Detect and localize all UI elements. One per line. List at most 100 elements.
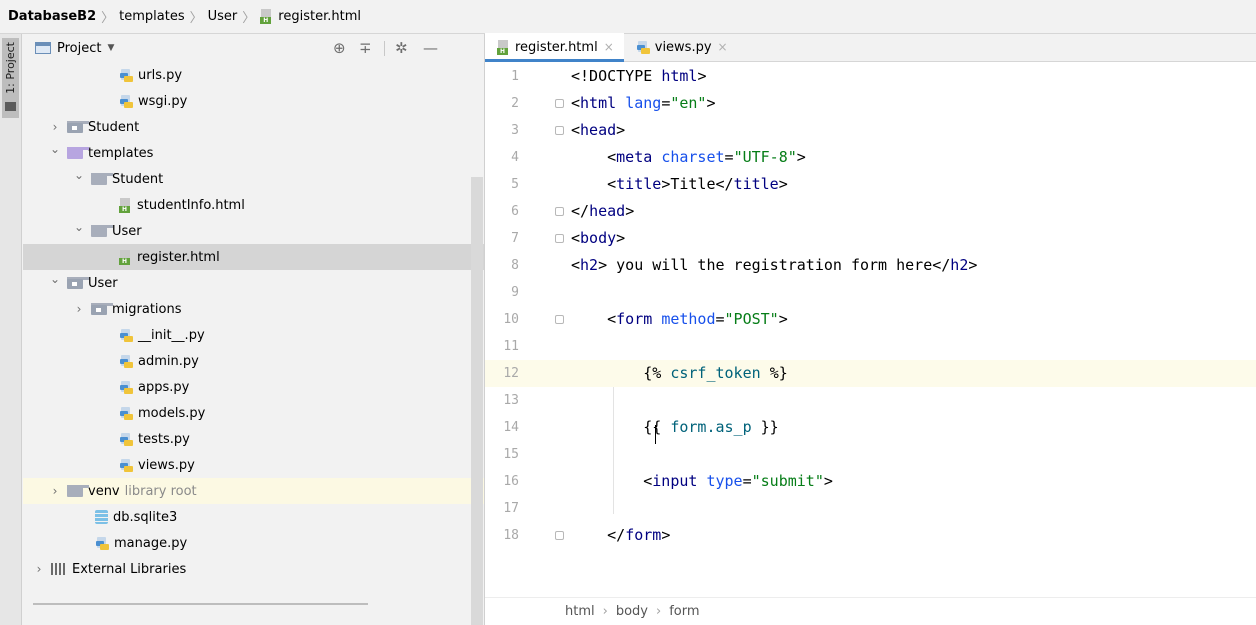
fold-marker-icon[interactable]	[555, 207, 564, 216]
structure-path-item[interactable]: form	[669, 604, 699, 619]
fold-marker-icon[interactable]	[555, 234, 564, 243]
chevron-down-icon[interactable]: ⌄	[73, 220, 85, 234]
tree-item[interactable]: › venv library root	[23, 478, 484, 504]
folder-icon	[5, 102, 16, 111]
project-view-selector[interactable]: Project	[57, 41, 101, 56]
project-tool-window-label[interactable]: 1: Project	[4, 42, 18, 94]
fold-marker-icon[interactable]	[555, 315, 564, 324]
folder-icon	[91, 225, 113, 237]
tree-item[interactable]: views.py	[23, 452, 484, 478]
code-text: <body>	[571, 229, 626, 247]
tree-item[interactable]: Hregister.html	[23, 244, 484, 270]
tree-item[interactable]: admin.py	[23, 348, 484, 374]
library-icon	[51, 563, 66, 575]
horizontal-scrollbar[interactable]	[33, 603, 368, 605]
breadcrumb-structure-path: html › body › form	[485, 597, 1256, 625]
tree-item-label: Student	[112, 171, 164, 187]
structure-path-item[interactable]: body	[616, 604, 648, 619]
fold-marker-icon[interactable]	[555, 531, 564, 540]
tree-item-label: urls.py	[138, 67, 183, 83]
python-file-icon	[119, 380, 134, 395]
folder-icon	[67, 485, 89, 497]
code-line: 17	[485, 495, 1256, 522]
line-number: 11	[503, 339, 519, 354]
tree-item[interactable]: wsgi.py	[23, 88, 484, 114]
chevron-down-icon[interactable]: ⌄	[49, 272, 61, 286]
code-text: <head>	[571, 121, 626, 139]
chevron-right-icon: 〉	[189, 11, 203, 26]
editor-tab-register-html[interactable]: Hregister.html ×	[485, 33, 624, 62]
code-line: 8 <h2> you will the registration form her…	[485, 252, 1256, 279]
package-folder-icon	[91, 303, 113, 315]
chevron-down-icon[interactable]: ▼	[107, 43, 114, 53]
tree-item[interactable]: ⌄ templates	[23, 140, 484, 166]
line-number: 5	[511, 177, 519, 192]
breadcrumb-label: User	[207, 9, 238, 24]
chevron-right-icon[interactable]: ›	[33, 562, 45, 576]
code-editor[interactable]: 1 <!DOCTYPE html> 2 <html lang="en"> 3 <head>…	[485, 62, 1256, 597]
target-icon[interactable]: ⊕	[333, 39, 346, 57]
code-line: 10 <form method="POST">	[485, 306, 1256, 333]
breadcrumb-item[interactable]: Hregister.html	[260, 9, 361, 24]
tree-item[interactable]: manage.py	[23, 530, 484, 556]
code-text: {{ form.as_p }}	[571, 418, 779, 436]
tree-item-label: __init__.py	[138, 327, 205, 343]
editor-tab-views-py[interactable]: views.py ×	[624, 33, 738, 61]
minimize-icon[interactable]: —	[423, 39, 438, 57]
breadcrumb: DatabaseB2 〉 templates 〉 User 〉 Hregister.html	[0, 0, 1256, 34]
chevron-right-icon[interactable]: ›	[49, 120, 61, 134]
chevron-right-icon: ›	[602, 604, 608, 619]
tree-item[interactable]: models.py	[23, 400, 484, 426]
chevron-down-icon[interactable]: ⌄	[73, 168, 85, 182]
tool-window-strip: 1: Project	[0, 34, 22, 625]
tree-item[interactable]: ⌄ User	[23, 270, 484, 296]
close-icon[interactable]: ×	[718, 40, 728, 54]
chevron-right-icon[interactable]: ›	[73, 302, 85, 316]
code-text: </head>	[571, 202, 635, 220]
tree-item-label: register.html	[137, 249, 220, 265]
line-number: 15	[503, 447, 519, 462]
editor-tabs: Hregister.html × views.py ×	[485, 33, 1256, 62]
tree-item[interactable]: db.sqlite3	[23, 504, 484, 530]
tree-item[interactable]: ⌄ Student	[23, 166, 484, 192]
collapse-all-icon[interactable]: ∓	[359, 39, 372, 57]
tree-item-label: apps.py	[138, 379, 190, 395]
tree-item[interactable]: › External Libraries	[23, 556, 484, 582]
close-icon[interactable]: ×	[604, 40, 614, 54]
chevron-down-icon[interactable]: ⌄	[49, 142, 61, 156]
chevron-right-icon[interactable]: ›	[49, 484, 61, 498]
breadcrumb-item[interactable]: templates	[119, 9, 184, 24]
chevron-right-icon: ›	[655, 604, 662, 619]
text-caret	[655, 425, 656, 444]
tree-item[interactable]: HstudentInfo.html	[23, 192, 484, 218]
code-line: 15	[485, 441, 1256, 468]
tree-item[interactable]: __init__.py	[23, 322, 484, 348]
tree-item[interactable]: ⌄ User	[23, 218, 484, 244]
tree-item-label: User	[112, 223, 142, 239]
fold-marker-icon[interactable]	[555, 126, 564, 135]
editor-tab-label: views.py	[654, 39, 712, 55]
breadcrumb-item[interactable]: DatabaseB2	[8, 9, 96, 24]
tree-item-label: venv	[88, 483, 120, 499]
python-file-icon	[119, 406, 134, 421]
line-number: 7	[511, 231, 519, 246]
tree-item[interactable]: tests.py	[23, 426, 484, 452]
gear-icon[interactable]: ✲	[395, 39, 408, 57]
breadcrumb-item[interactable]: User	[208, 9, 238, 24]
project-scrollbar[interactable]	[471, 177, 483, 625]
fold-marker-icon[interactable]	[555, 99, 564, 108]
line-number: 13	[503, 393, 519, 408]
project-panel-header: Project ▼ ⊕ ∓ ✲ —	[23, 34, 484, 62]
code-text: <input type="submit">	[571, 472, 833, 490]
tree-item[interactable]: apps.py	[23, 374, 484, 400]
line-number: 10	[503, 312, 519, 327]
code-text: </form>	[571, 526, 671, 544]
tree-item[interactable]: › migrations	[23, 296, 484, 322]
tree-item-label: templates	[88, 145, 154, 161]
tree-item[interactable]: urls.py	[23, 62, 484, 88]
code-line: 11	[485, 333, 1256, 360]
code-text: <html lang="en">	[571, 94, 716, 112]
tree-item[interactable]: › Student	[23, 114, 484, 140]
html-file-icon: H	[260, 9, 274, 24]
structure-path-item[interactable]: html	[565, 604, 595, 619]
